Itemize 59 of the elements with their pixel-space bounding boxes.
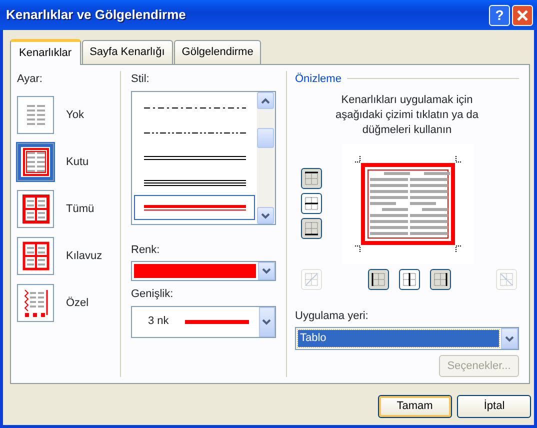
color-dropdown[interactable] (131, 260, 276, 281)
apply-to-dropdown[interactable]: Tablo (295, 327, 519, 350)
tab[interactable]: Gölgelendirme (174, 40, 262, 64)
tab[interactable]: Kenarlıklar (10, 39, 81, 64)
setting-label: Tümü (66, 202, 94, 217)
chevron-down-icon (262, 318, 272, 324)
border-icon (304, 196, 319, 211)
setting-icon (20, 240, 50, 272)
border-icon (304, 272, 319, 287)
border-toggle-button[interactable] (301, 193, 322, 214)
scrollbar[interactable] (257, 92, 275, 224)
dialog-button[interactable]: Tamam (378, 394, 452, 418)
line-style-icon (144, 178, 246, 187)
setting-button[interactable] (17, 237, 54, 275)
instructions-text: Kenarlıkları uygulamak için aşağıdaki çizimi tıklatın ya da düğmeleri kullanın (334, 93, 480, 138)
close-icon (516, 8, 529, 22)
setting-icon (20, 146, 50, 178)
line-style-icon (144, 154, 246, 162)
help-button[interactable]: ? (489, 4, 510, 26)
width-dropdown[interactable]: 3 nk (131, 306, 276, 338)
setting-label: Kılavuz (66, 248, 102, 264)
setting-label: Kutu (66, 154, 89, 170)
line-style-icon (144, 204, 246, 212)
border-icon (304, 171, 319, 186)
setting-label: Yok (66, 108, 84, 123)
setting-button[interactable] (17, 96, 54, 134)
window-title: Kenarlıklar ve Gölgelendirme (6, 6, 187, 24)
apply-to-label: Uygulama yeri: (295, 309, 370, 324)
border-icon (370, 272, 386, 287)
close-button[interactable] (512, 4, 533, 26)
line-sample-icon (184, 320, 249, 324)
chevron-down-icon (505, 336, 514, 342)
border-icon (304, 221, 319, 236)
chevron-down-icon (261, 212, 270, 218)
tab[interactable]: Sayfa Kenarlığı (82, 40, 173, 64)
width-value: 3 nk (148, 314, 169, 330)
apply-to-value: Tablo (298, 330, 499, 347)
border-toggle-button[interactable] (301, 168, 322, 189)
border-toggle-button[interactable] (398, 269, 420, 290)
preview-heading: Önizleme (295, 72, 342, 86)
color-label: Renk: (131, 242, 161, 258)
setting-label: Özel (66, 296, 89, 311)
setting-label: Ayar: (17, 72, 44, 86)
border-toggle-button[interactable] (430, 269, 450, 290)
border-icon (432, 272, 448, 287)
setting-icon (20, 193, 50, 225)
border-toggle-button[interactable] (368, 269, 388, 290)
dialog-button[interactable]: İptal (457, 394, 532, 418)
width-label: Genişlik: (131, 287, 174, 302)
setting-button[interactable] (17, 143, 54, 181)
style-label: Stil: (131, 72, 150, 86)
setting-button[interactable] (17, 284, 54, 322)
border-toggle-button[interactable] (301, 218, 322, 239)
scrollbar-thumb[interactable] (257, 128, 274, 148)
border-icon (402, 272, 416, 287)
setting-button[interactable] (17, 190, 54, 228)
border-icon (499, 272, 514, 287)
chevron-down-icon (262, 268, 271, 274)
chevron-up-icon (261, 98, 270, 104)
